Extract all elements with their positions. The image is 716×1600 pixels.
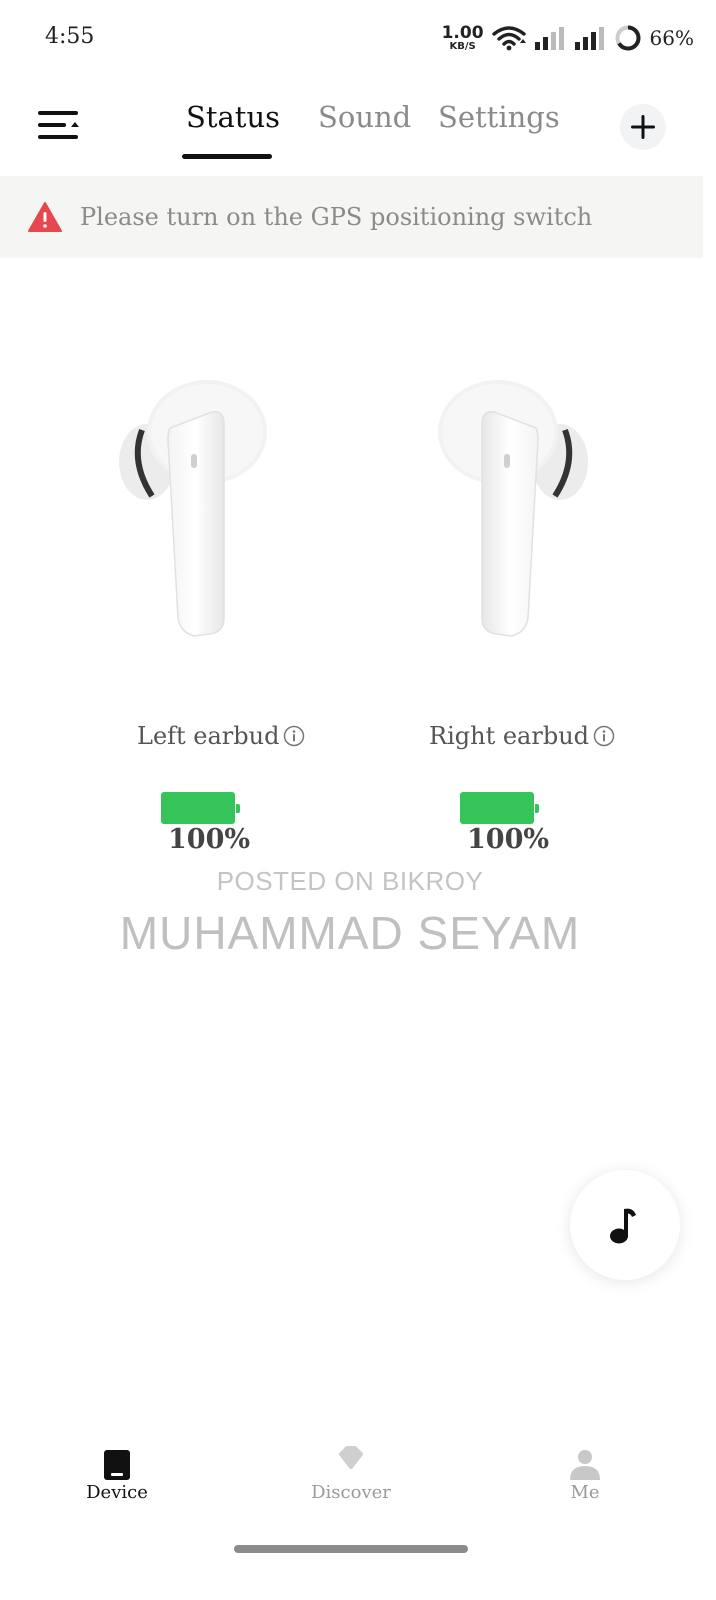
battery-percent: 66% — [649, 26, 694, 50]
right-earbud-label-text: Right earbud — [429, 722, 590, 750]
music-note-icon — [610, 1208, 636, 1244]
network-speed-value: 1.00 — [441, 22, 484, 43]
tab-status[interactable]: Status — [186, 100, 280, 134]
right-battery-fill — [460, 792, 534, 824]
add-device-button[interactable] — [620, 104, 666, 150]
menu-icon — [38, 111, 79, 139]
status-time: 4:55 — [45, 24, 95, 49]
info-icon[interactable] — [283, 725, 305, 747]
music-button[interactable] — [570, 1170, 680, 1280]
active-tab-indicator — [182, 154, 272, 159]
tab-sound[interactable]: Sound — [318, 100, 411, 134]
menu-button[interactable] — [38, 108, 80, 144]
signal-2-icon — [574, 27, 604, 50]
left-battery-fill — [161, 792, 235, 824]
wifi-icon — [491, 26, 526, 51]
bottom-navigation: Device Discover Me — [0, 1440, 716, 1530]
network-speed-unit: KB/S — [449, 40, 476, 52]
watermark-line-1: POSTED ON BIKROY — [216, 866, 484, 896]
network-speed: 1.00 KB/S — [441, 22, 484, 52]
top-header: Status Sound Settings — [0, 80, 716, 176]
battery-ring-icon — [615, 25, 641, 51]
right-earbud-battery-icon — [460, 792, 542, 826]
nav-me[interactable]: Me — [525, 1440, 645, 1503]
left-earbud-label: Left earbud — [137, 722, 305, 750]
person-icon — [570, 1450, 600, 1480]
gps-warning-text: Please turn on the GPS positioning switc… — [80, 203, 593, 231]
nav-device-label: Device — [86, 1482, 148, 1503]
left-earbud-battery-icon — [161, 792, 243, 826]
nav-device[interactable]: Device — [57, 1440, 177, 1503]
warning-icon — [28, 202, 62, 232]
status-icons: 1.00 KB/S 66% — [442, 24, 694, 52]
diamond-icon — [339, 1446, 363, 1469]
right-battery-percent: 100% — [467, 824, 550, 855]
left-earbud-image — [119, 380, 267, 637]
status-bar: 4:55 1.00 KB/S 66% — [0, 0, 716, 80]
right-earbud-label: Right earbud — [429, 722, 615, 750]
plus-icon — [631, 115, 655, 139]
watermark-line-2: MUHAMMAD SEYAM — [119, 907, 581, 959]
left-earbud-label-text: Left earbud — [137, 722, 280, 750]
device-icon — [104, 1450, 130, 1480]
left-battery-percent: 100% — [168, 824, 251, 855]
nav-discover[interactable]: Discover — [291, 1440, 411, 1503]
info-icon[interactable] — [593, 725, 615, 747]
nav-me-label: Me — [570, 1482, 600, 1503]
right-earbud-image — [438, 380, 588, 637]
home-indicator[interactable] — [234, 1545, 468, 1553]
gps-warning-banner[interactable]: Please turn on the GPS positioning switc… — [0, 176, 703, 258]
tab-settings[interactable]: Settings — [438, 100, 560, 134]
signal-1-icon — [534, 27, 564, 50]
nav-discover-label: Discover — [311, 1482, 391, 1503]
